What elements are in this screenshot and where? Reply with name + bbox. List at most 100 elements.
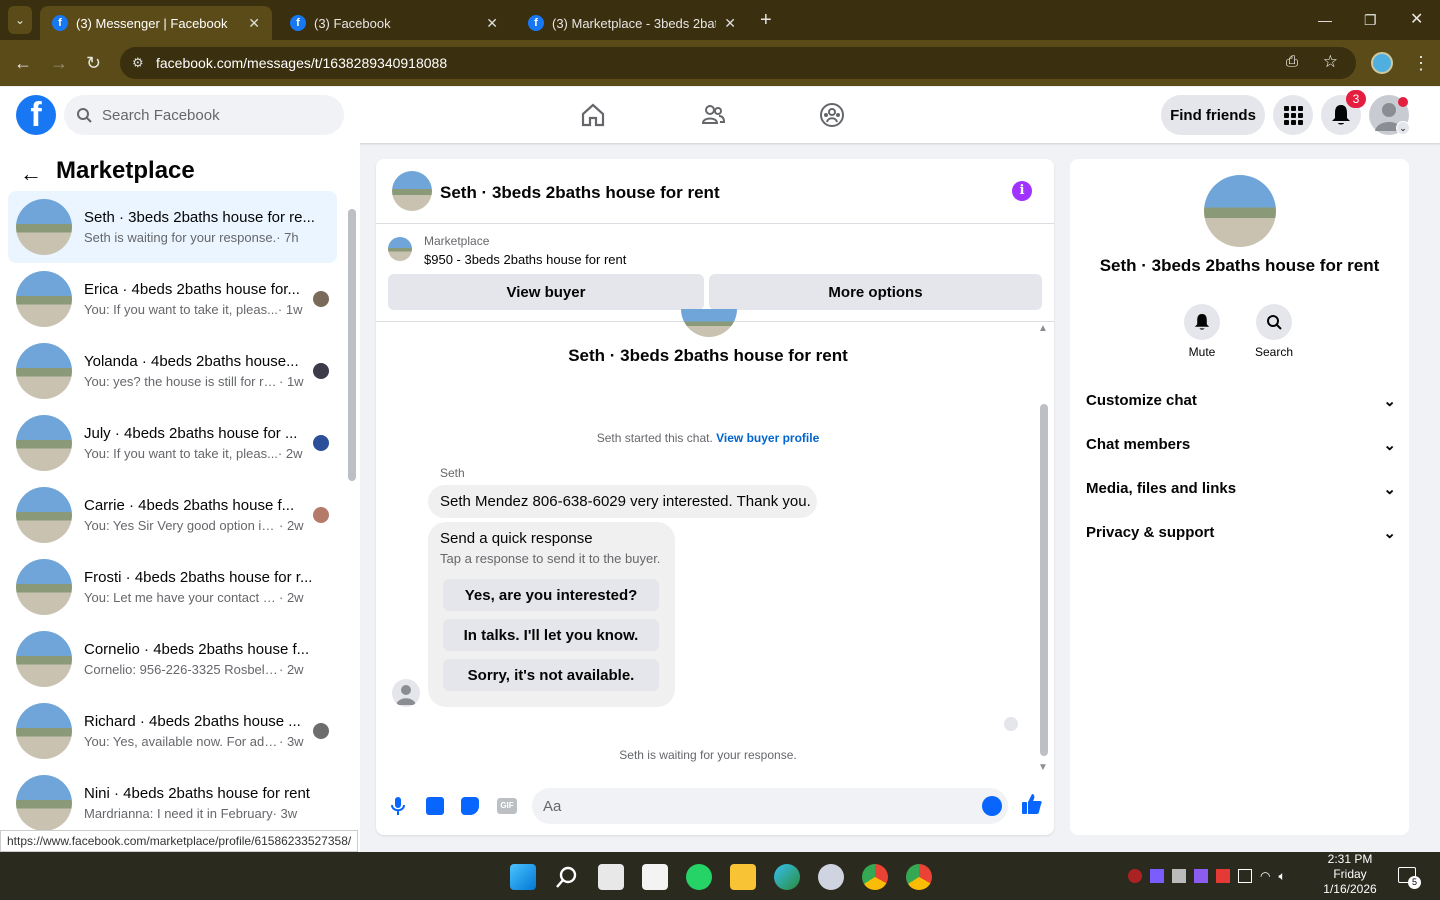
gif-icon[interactable]: GIF: [497, 798, 517, 814]
details-name: Seth · 3beds 2baths house for rent: [1099, 256, 1380, 275]
search-icon[interactable]: [554, 864, 580, 890]
quick-response-unavailable-button[interactable]: Sorry, it's not available.: [443, 659, 659, 691]
edge-icon[interactable]: [774, 864, 800, 890]
quick-response-title: Send a quick response: [440, 530, 593, 547]
info-icon[interactable]: i: [1012, 181, 1032, 201]
emoji-icon[interactable]: [982, 796, 1002, 816]
conversation-preview: Seth is waiting for your response.: [84, 230, 277, 245]
conversation-preview: You: Let me have your contact num...: [84, 590, 279, 605]
groups-icon[interactable]: [814, 97, 850, 133]
app-icon[interactable]: [818, 864, 844, 890]
started-label: Seth started this chat.: [596, 431, 713, 445]
chat-intro-name: Seth · 3beds 2baths house for rent: [568, 346, 848, 365]
listing-thumbnail: [388, 237, 412, 261]
close-tab-icon[interactable]: ✕: [248, 15, 260, 32]
tab-facebook[interactable]: f (3) Facebook ✕: [278, 6, 510, 40]
close-tab-icon[interactable]: ✕: [724, 15, 736, 32]
home-icon[interactable]: [575, 97, 611, 133]
search-input[interactable]: Search Facebook: [64, 95, 344, 135]
account-chevron-icon[interactable]: ⌄: [1396, 121, 1410, 135]
seen-avatar-icon: [1004, 717, 1018, 731]
conversation-time: · 2w: [279, 662, 304, 677]
clock[interactable]: 2:31 PM Friday 1/16/2026: [1312, 852, 1388, 897]
back-icon[interactable]: ←: [14, 40, 32, 86]
quick-response-yes-button[interactable]: Yes, are you interested?: [443, 579, 659, 611]
facebook-favicon-icon: f: [52, 15, 68, 31]
tray-folder-icon[interactable]: [1194, 869, 1208, 883]
browser-menu-icon[interactable]: ⋮: [1412, 40, 1430, 86]
conversation-item[interactable]: July · 4beds 2baths house for ... You: I…: [8, 407, 337, 479]
photo-icon[interactable]: [426, 797, 444, 815]
chrome-icon[interactable]: [862, 864, 888, 890]
battery-icon[interactable]: [1238, 869, 1252, 883]
find-friends-button[interactable]: Find friends: [1161, 95, 1265, 135]
microphone-icon[interactable]: [390, 796, 406, 816]
chat-scrollbar[interactable]: [1040, 404, 1048, 756]
sticker-icon[interactable]: [461, 797, 479, 815]
chat-title[interactable]: Seth · 3beds 2baths house for rent: [440, 183, 720, 203]
friends-icon[interactable]: [695, 97, 731, 133]
tray-anydesk-icon[interactable]: [1216, 869, 1230, 883]
bookmark-star-icon[interactable]: ☆: [1323, 52, 1338, 72]
volume-icon[interactable]: 🔈︎: [1278, 869, 1285, 885]
minimize-icon[interactable]: —: [1318, 0, 1332, 40]
window-close-icon[interactable]: ✕: [1410, 0, 1423, 40]
like-thumb-icon[interactable]: [1021, 793, 1043, 820]
back-arrow-icon[interactable]: ←: [20, 161, 42, 187]
tray-vpn-icon[interactable]: [1150, 869, 1164, 883]
section-label: Media, files and links: [1086, 480, 1237, 497]
profile-avatar-icon[interactable]: [1371, 52, 1393, 74]
menu-grid-icon[interactable]: [1273, 95, 1313, 135]
task-view-icon[interactable]: [598, 864, 624, 890]
system-tray[interactable]: ◠ 🔈︎: [1128, 869, 1308, 885]
conversation-item[interactable]: Frosti · 4beds 2baths house for r... You…: [8, 551, 337, 623]
conversation-item[interactable]: Carrie · 4beds 2baths house f... You: Ye…: [8, 479, 337, 551]
media-files-links-section[interactable]: Media, files and links ⌄: [1086, 480, 1396, 498]
reload-icon[interactable]: ↻: [86, 40, 101, 86]
more-options-button[interactable]: More options: [709, 274, 1042, 310]
wifi-icon[interactable]: ◠: [1260, 869, 1270, 885]
conversation-item[interactable]: Seth · 3beds 2baths house for re... Seth…: [8, 191, 337, 263]
facebook-header: f Search Facebook Find friends 3 ⌄: [0, 87, 1440, 143]
conversation-item[interactable]: Richard · 4beds 2baths house ... You: Ye…: [8, 695, 337, 767]
listing-title[interactable]: $950 - 3beds 2baths house for rent: [424, 252, 626, 267]
scroll-down-icon[interactable]: ▼: [1038, 762, 1048, 773]
start-windows-icon[interactable]: [510, 864, 536, 890]
store-icon[interactable]: [642, 864, 668, 890]
message-bubble[interactable]: Seth Mendez 806-638-6029 very interested…: [428, 485, 817, 518]
view-buyer-button[interactable]: View buyer: [388, 274, 704, 310]
customize-chat-section[interactable]: Customize chat ⌄: [1086, 392, 1396, 410]
privacy-support-section[interactable]: Privacy & support ⌄: [1086, 524, 1396, 542]
tray-cloud-icon[interactable]: [1172, 869, 1186, 883]
tab-marketplace[interactable]: f (3) Marketplace - 3beds 2baths ✕: [516, 6, 748, 40]
sidebar-scrollbar[interactable]: [348, 209, 356, 481]
maximize-icon[interactable]: ❐: [1364, 0, 1377, 40]
details-avatar[interactable]: [1204, 175, 1276, 247]
facebook-logo-icon[interactable]: f: [16, 95, 56, 135]
quick-response-talks-button[interactable]: In talks. I'll let you know.: [443, 619, 659, 651]
install-app-icon[interactable]: ⎙: [1286, 53, 1298, 70]
close-tab-icon[interactable]: ✕: [486, 15, 498, 32]
listing-thumbnail: [16, 199, 72, 255]
chat-avatar[interactable]: [392, 171, 432, 211]
message-input[interactable]: Aa: [532, 788, 1008, 824]
conversation-item[interactable]: Cornelio · 4beds 2baths house f... Corne…: [8, 623, 337, 695]
scroll-up-icon[interactable]: ▲: [1038, 323, 1048, 334]
conversation-item[interactable]: Yolanda · 4beds 2baths house... You: yes…: [8, 335, 337, 407]
quick-response-subtitle: Tap a response to send it to the buyer.: [440, 551, 661, 566]
tab-messenger[interactable]: f (3) Messenger | Facebook ✕: [40, 6, 272, 40]
mute-bell-icon[interactable]: [1184, 304, 1220, 340]
whatsapp-icon[interactable]: [686, 864, 712, 890]
tray-app-icon[interactable]: [1128, 869, 1142, 883]
conversation-item[interactable]: Nini · 4beds 2baths house for rent Mardr…: [8, 767, 337, 839]
search-conversation-icon[interactable]: [1256, 304, 1292, 340]
chrome-active-icon[interactable]: [906, 864, 932, 890]
chat-members-section[interactable]: Chat members ⌄: [1086, 436, 1396, 454]
site-settings-icon[interactable]: ⚙: [132, 55, 144, 71]
address-bar[interactable]: ⚙ facebook.com/messages/t/16382893409180…: [120, 47, 1356, 79]
view-buyer-profile-link[interactable]: View buyer profile: [716, 431, 819, 445]
tab-list-chevron-icon[interactable]: ⌄: [8, 6, 32, 34]
conversation-item[interactable]: Erica · 4beds 2baths house for... You: I…: [8, 263, 337, 335]
file-explorer-icon[interactable]: [730, 864, 756, 890]
new-tab-icon[interactable]: +: [760, 0, 772, 40]
